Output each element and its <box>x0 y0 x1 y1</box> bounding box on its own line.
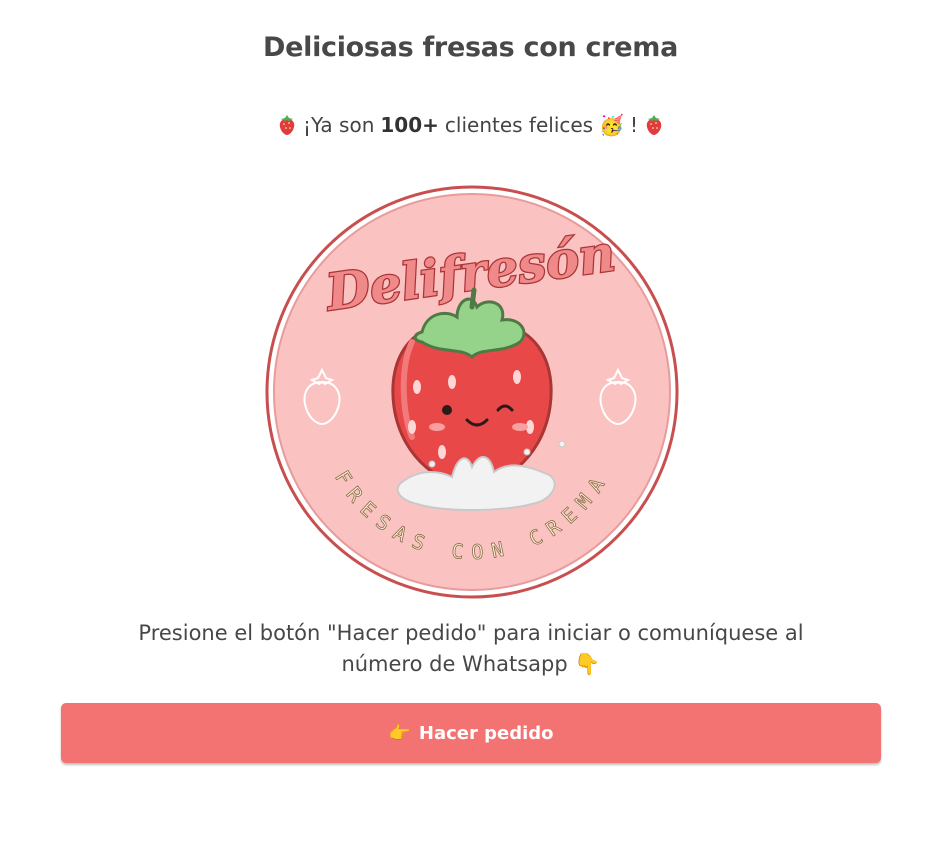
happy-customers-banner: ¡Ya son 100+ clientes felices 🥳 ! <box>0 113 941 137</box>
page-title: Deliciosas fresas con crema <box>262 32 678 63</box>
banner-prefix: ¡Ya son <box>302 113 375 137</box>
strawberry-icon <box>279 115 295 135</box>
strawberry-icon <box>646 115 662 135</box>
instructions-line2: número de Whatsapp <box>341 652 568 676</box>
hacer-pedido-label: Hacer pedido <box>418 722 554 744</box>
customer-count: 100+ <box>380 113 439 137</box>
pointing-right-icon: 👉 <box>388 722 411 744</box>
banner-suffix: clientes felices <box>444 113 594 137</box>
pointing-down-icon: 👇 <box>574 652 601 676</box>
party-emoji-icon: 🥳 <box>599 113 625 137</box>
instructions-line1: Presione el botón "Hacer pedido" para in… <box>138 621 804 645</box>
banner-exclaim: ! <box>630 113 639 137</box>
delifreson-logo: Delifresón FRESAS CON CREMA <box>265 185 679 599</box>
hacer-pedido-button[interactable]: 👉 Hacer pedido <box>61 703 881 763</box>
instructions-text: Presione el botón "Hacer pedido" para in… <box>60 618 882 680</box>
